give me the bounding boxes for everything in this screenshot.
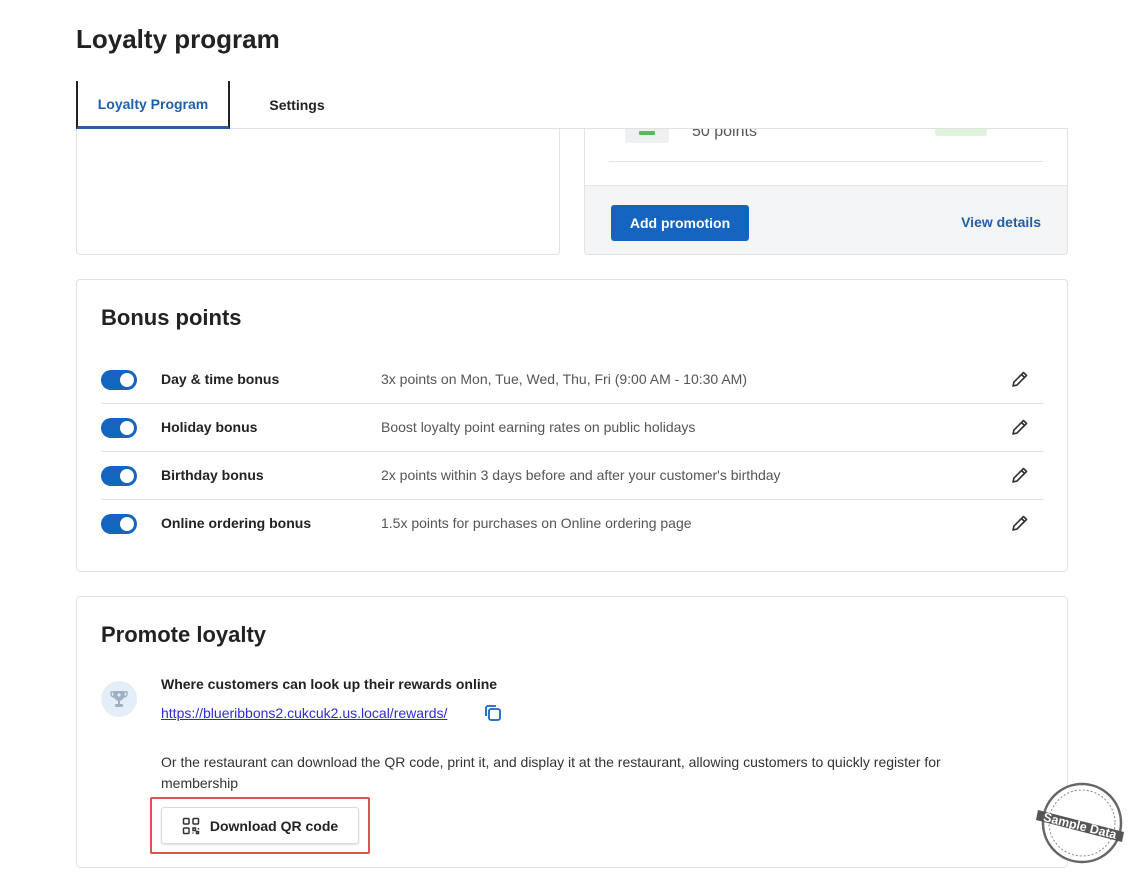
tab-bar: Loyalty Program Settings [76,81,1068,129]
tab-loyalty-program[interactable]: Loyalty Program [76,81,230,129]
promotion-card-footer: Add promotion View details [585,185,1067,254]
bonus-row-day-time: Day & time bonus 3x points on Mon, Tue, … [101,356,1044,404]
divider [609,161,1043,162]
view-details-link[interactable]: View details [961,214,1041,230]
download-qr-code-button[interactable]: Download QR code [161,807,359,844]
promotion-points: 50 points [692,129,757,140]
bonus-points-card: Bonus points Day & time bonus 3x points … [76,279,1068,572]
summary-card [76,129,560,255]
promotion-card: 50 points Add promotion View details [584,129,1068,255]
bonus-description: 3x points on Mon, Tue, Wed, Thu, Fri (9:… [381,371,747,387]
pencil-icon[interactable] [1010,417,1030,437]
bonus-points-title: Bonus points [101,305,242,330]
rewards-lookup-heading: Where customers can look up their reward… [161,676,498,692]
sample-data-stamp: Sample Data [1036,782,1124,864]
bonus-name: Online ordering bonus [161,515,312,531]
promotion-image [625,129,669,143]
promote-loyalty-title: Promote loyalty [101,622,267,647]
bonus-name: Holiday bonus [161,419,258,435]
pencil-icon[interactable] [1010,369,1030,389]
copy-icon[interactable] [483,703,503,723]
tab-settings[interactable]: Settings [236,81,358,129]
holiday-bonus-toggle[interactable] [101,418,137,438]
bonus-description: 2x points within 3 days before and after… [381,467,781,483]
bonus-row-holiday: Holiday bonus Boost loyalty point earnin… [101,404,1044,452]
qr-code-description: Or the restaurant can download the QR co… [161,754,941,791]
day-time-bonus-toggle[interactable] [101,370,137,390]
qr-code-icon [182,817,200,834]
bonus-description: Boost loyalty point earning rates on pub… [381,419,696,435]
bonus-name: Birthday bonus [161,467,264,483]
download-qr-code-label: Download QR code [209,817,339,834]
pencil-icon[interactable] [1010,513,1030,533]
promotion-status-badge [935,129,987,136]
online-ordering-bonus-toggle[interactable] [101,514,137,534]
rewards-url-link[interactable]: https://blueribbons2.cukcuk2.us.local/re… [161,705,447,721]
bonus-description: 1.5x points for purchases on Online orde… [381,515,692,531]
add-promotion-button[interactable]: Add promotion [611,205,749,241]
pencil-icon[interactable] [1010,465,1030,485]
bonus-row-birthday: Birthday bonus 2x points within 3 days b… [101,452,1044,500]
trophy-icon [101,681,137,717]
birthday-bonus-toggle[interactable] [101,466,137,486]
bonus-row-online-ordering: Online ordering bonus 1.5x points for pu… [101,500,1044,548]
bonus-name: Day & time bonus [161,371,280,387]
page-title: Loyalty program [76,24,280,54]
